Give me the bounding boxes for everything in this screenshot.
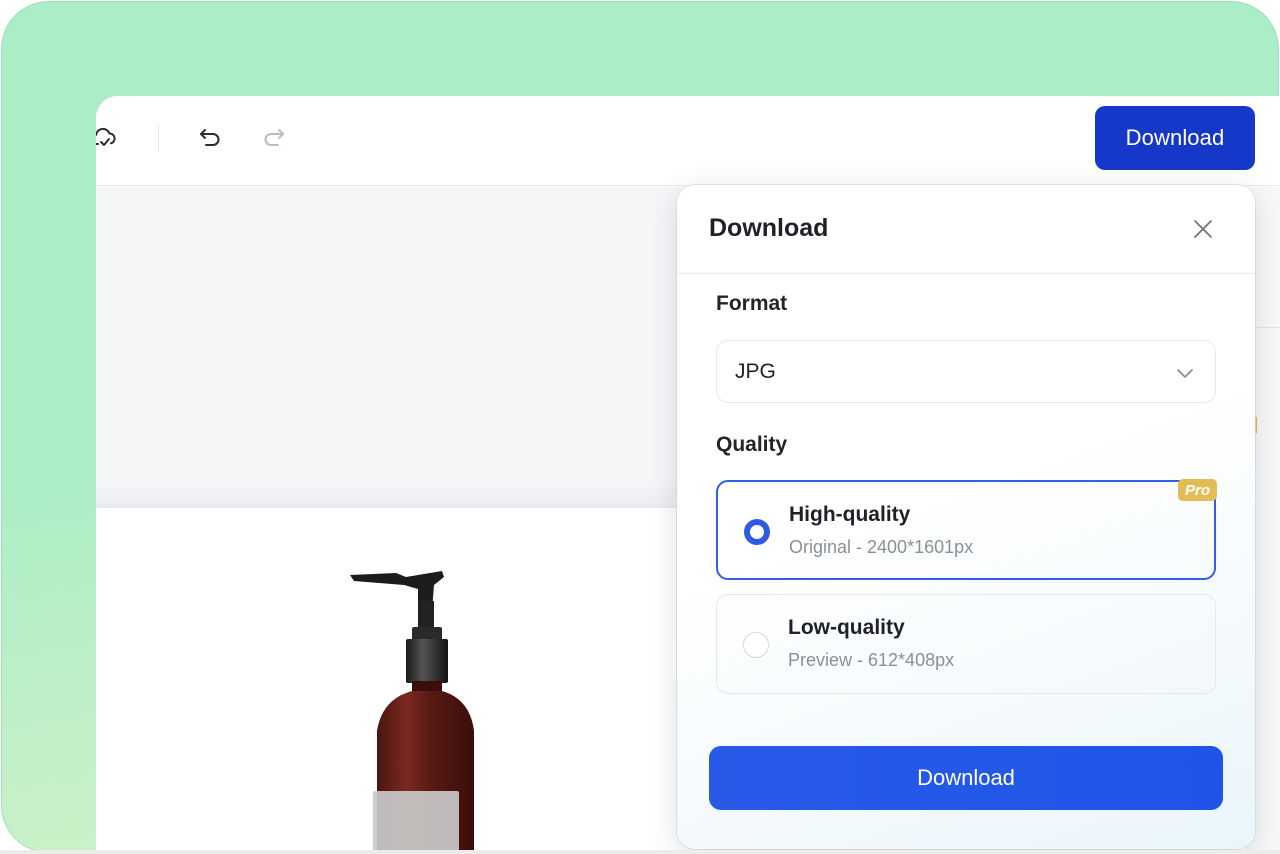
dialog-title: Download: [709, 214, 829, 242]
redo-icon[interactable]: [258, 122, 290, 154]
format-label: Format: [716, 292, 788, 315]
cloud-saved-icon[interactable]: [96, 122, 120, 154]
format-select[interactable]: JPG: [716, 340, 1216, 403]
dialog-header: Download: [677, 185, 1255, 274]
toolbar: Download: [96, 96, 1280, 186]
quality-label: Quality: [716, 433, 788, 456]
toolbar-download-button[interactable]: Download: [1095, 106, 1255, 170]
quality-option-high[interactable]: High-quality Original - 2400*1601px Pro: [716, 479, 1217, 580]
radio-low-quality[interactable]: [743, 632, 769, 658]
dialog-download-button[interactable]: Download: [709, 746, 1223, 810]
chevron-down-icon: [1177, 369, 1193, 378]
option-subtitle: Preview - 612*408px: [788, 650, 955, 670]
option-subtitle: Original - 2400*1601px: [789, 537, 974, 557]
bottom-edge: [0, 850, 1280, 854]
close-icon: [1194, 220, 1212, 238]
pro-badge: Pro: [1178, 479, 1217, 501]
quality-option-low[interactable]: Low-quality Preview - 612*408px: [716, 594, 1216, 694]
option-title: Low-quality: [788, 616, 905, 639]
panel-accent-mark: [1255, 417, 1257, 433]
download-dialog: Download Format JPG Quality High-quality…: [677, 185, 1255, 849]
option-title: High-quality: [789, 503, 911, 526]
toolbar-divider: [158, 125, 159, 151]
close-button[interactable]: [1188, 214, 1218, 244]
format-selected-value: JPG: [735, 360, 776, 383]
product-image-pump-bottle[interactable]: [346, 571, 496, 854]
radio-high-quality[interactable]: [744, 519, 770, 545]
undo-icon[interactable]: [194, 122, 226, 154]
